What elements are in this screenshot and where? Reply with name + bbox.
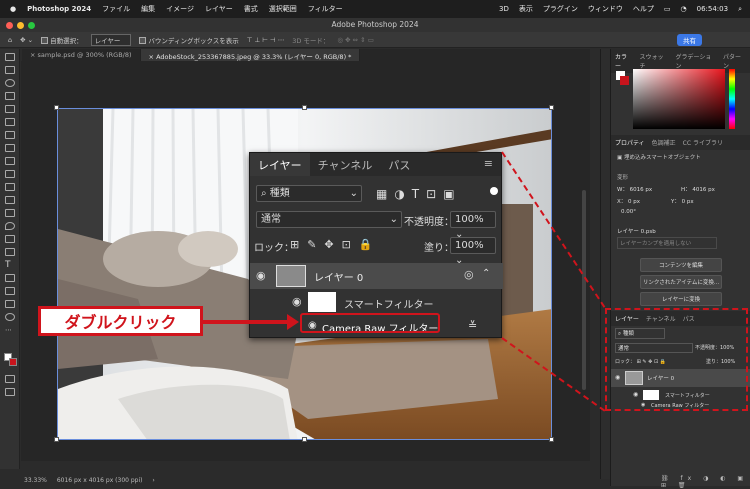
dashed-connector-lines (501, 151, 606, 412)
